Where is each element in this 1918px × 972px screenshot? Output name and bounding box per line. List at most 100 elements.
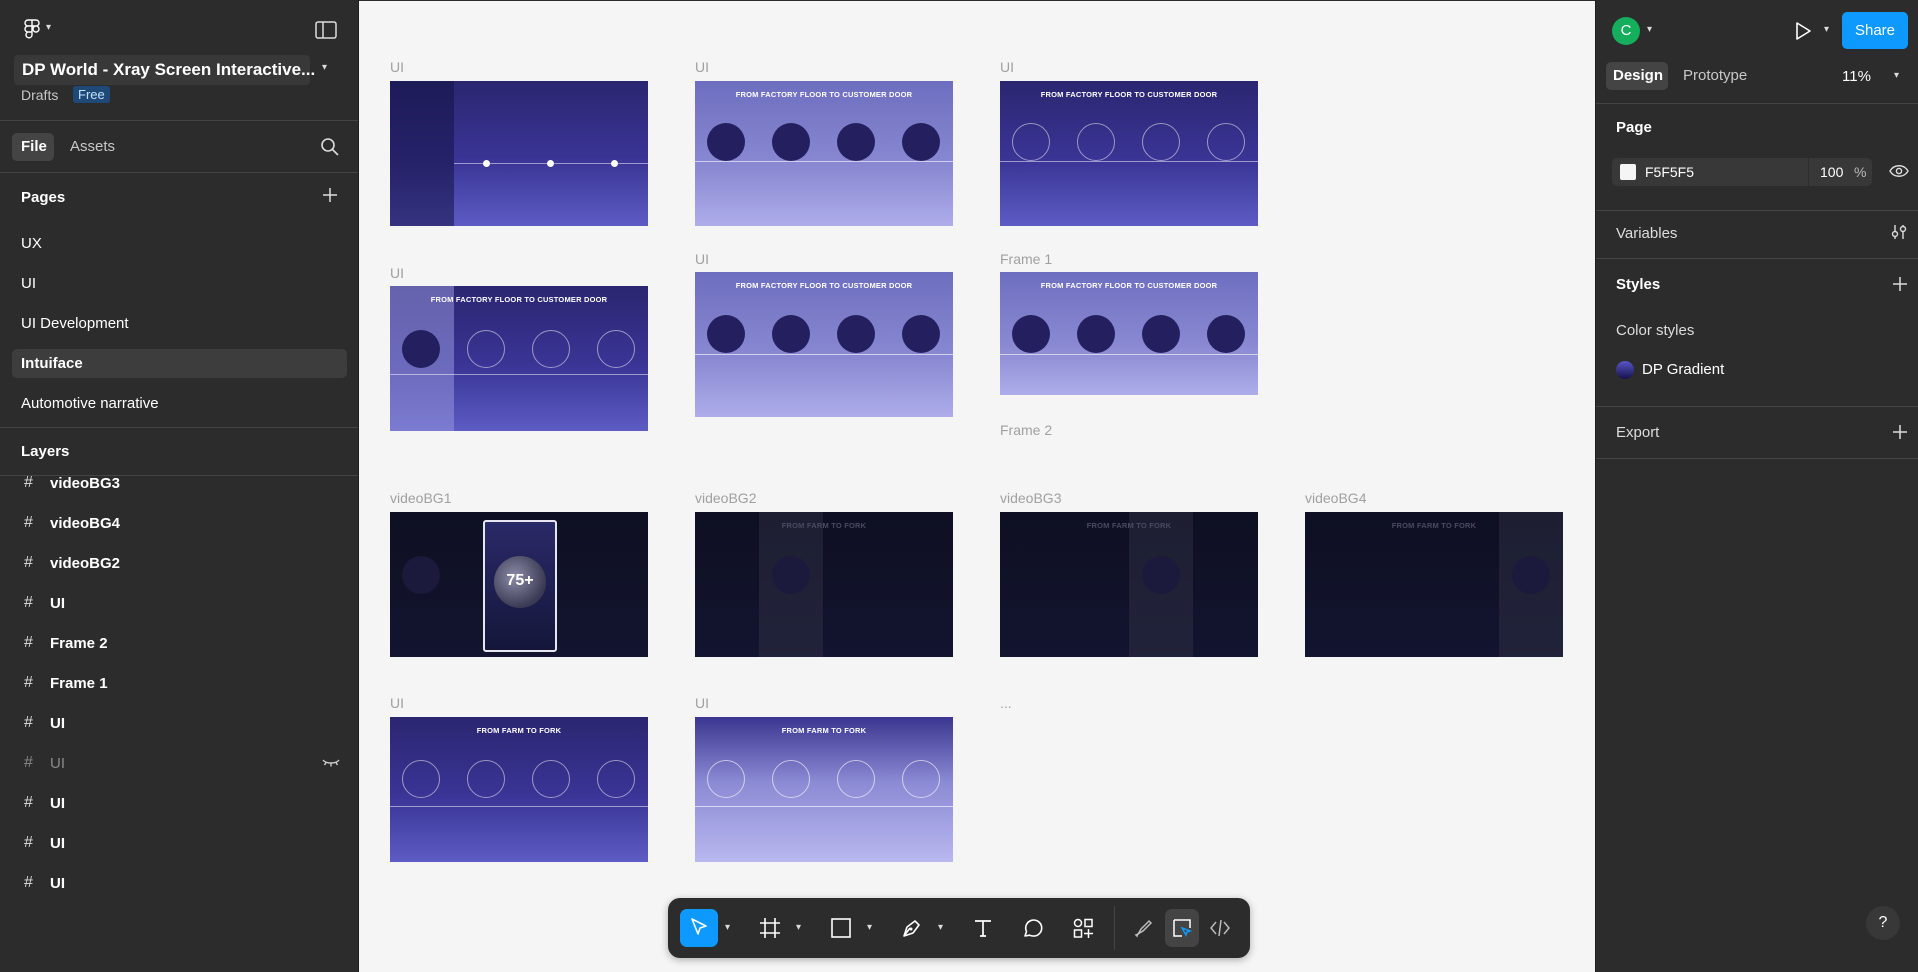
frame-ui-factory-highlight[interactable]: FROM FACTORY FLOOR TO CUSTOMER DOOR (390, 286, 648, 431)
chevron-down-icon[interactable]: ▾ (867, 922, 872, 933)
layer-item[interactable]: # videoBG2 (24, 551, 120, 575)
frame-label[interactable]: videoBG4 (1305, 490, 1366, 506)
frame-ui-timeline[interactable] (390, 81, 648, 226)
frame-label[interactable]: UI (695, 695, 709, 711)
sidebar-toggle-button[interactable] (315, 21, 337, 39)
frame-title: FROM FARM TO FORK (476, 726, 562, 735)
frame-ui-factory-lavender-2[interactable]: FROM FACTORY FLOOR TO CUSTOMER DOOR (695, 272, 953, 417)
design-mode-button[interactable] (1165, 909, 1199, 947)
frame-label[interactable]: videoBG2 (695, 490, 756, 506)
frame-videobg2[interactable]: FROM FARM TO FORK (695, 512, 953, 657)
page-item-ui-development[interactable]: UI Development (12, 311, 347, 337)
page-item-intuiface[interactable]: Intuiface (12, 349, 347, 378)
text-tool-button[interactable] (964, 909, 1002, 947)
layer-item[interactable]: # Frame 2 (24, 631, 108, 655)
pen-tool-button[interactable] (893, 909, 931, 947)
page-opacity: 100 (1820, 164, 1844, 180)
layer-item[interactable]: # videoBG3 (24, 471, 120, 495)
circle-node (902, 123, 940, 161)
tab-design[interactable]: Design (1606, 62, 1668, 90)
timeline-line (1000, 354, 1258, 355)
right-sidebar: C ▾ ▾ Share Design Prototype 11% ▾ Page … (1595, 0, 1918, 972)
layer-item[interactable]: # UI (24, 591, 65, 615)
file-title-box[interactable]: DP World - Xray Screen Interactive... (14, 55, 315, 85)
color-swatch[interactable] (1620, 164, 1636, 180)
hash-icon: # (24, 554, 33, 571)
timeline-dot (483, 160, 490, 167)
add-export-button[interactable] (1892, 424, 1910, 442)
layer-item[interactable]: # UI (24, 831, 65, 855)
frame-videobg3[interactable]: FROM FARM TO FORK (1000, 512, 1258, 657)
variables-button[interactable] (1890, 223, 1910, 243)
actions-button[interactable] (1064, 909, 1102, 947)
comment-tool-button[interactable] (1014, 909, 1052, 947)
layer-item[interactable]: # UI (24, 711, 65, 735)
color-style-item[interactable]: DP Gradient (1608, 356, 1908, 384)
frame-label[interactable]: videoBG3 (1000, 490, 1061, 506)
page-item-ux[interactable]: UX (12, 231, 347, 257)
tab-prototype[interactable]: Prototype (1676, 62, 1756, 90)
frame-label[interactable]: UI (390, 59, 404, 75)
avatar[interactable]: C (1612, 17, 1640, 45)
chevron-down-icon[interactable]: ▾ (1824, 24, 1829, 35)
plus-icon (323, 188, 337, 202)
frame-label[interactable]: UI (1000, 59, 1014, 75)
frame-label[interactable]: videoBG1 (390, 490, 451, 506)
frame-label[interactable]: UI (695, 251, 709, 267)
layer-item[interactable]: # videoBG4 (24, 511, 120, 535)
page-item-label: UI (21, 275, 36, 292)
drafts-link[interactable]: Drafts (21, 87, 58, 103)
frame-ui-factory-lavender[interactable]: FROM FACTORY FLOOR TO CUSTOMER DOOR (695, 81, 953, 226)
chevron-down-icon[interactable]: ▾ (725, 922, 730, 933)
move-tool-icon (691, 918, 707, 935)
share-button[interactable]: Share (1842, 12, 1908, 49)
page-item-automotive-narrative[interactable]: Automotive narrative (12, 391, 347, 417)
frame-label[interactable]: UI (695, 59, 709, 75)
main-menu-button[interactable]: ▾ (20, 18, 56, 42)
eye-closed-icon[interactable] (322, 758, 340, 768)
chevron-down-icon[interactable]: ▾ (796, 922, 801, 933)
share-label: Share (1854, 22, 1896, 39)
frame-label[interactable]: Frame 1 (1000, 251, 1052, 267)
frame-ui-factory-blue[interactable]: FROM FACTORY FLOOR TO CUSTOMER DOOR (1000, 81, 1258, 226)
chevron-down-icon[interactable]: ▾ (938, 922, 943, 933)
add-page-button[interactable] (322, 187, 340, 205)
frame-label[interactable]: Frame 2 (1000, 422, 1052, 438)
frame-videobg4[interactable]: FROM FARM TO FORK (1305, 512, 1563, 657)
layer-item[interactable]: # UI (24, 791, 65, 815)
file-menu-button[interactable]: ▾ (314, 55, 338, 85)
frame-label[interactable]: UI (390, 695, 404, 711)
toggle-visibility-button[interactable] (1889, 163, 1909, 181)
search-button[interactable] (320, 137, 342, 159)
move-tool-button[interactable] (680, 909, 718, 947)
frame-title: FROM FARM TO FORK (781, 726, 867, 735)
present-button[interactable] (1793, 20, 1815, 42)
layer-item[interactable]: # UI (24, 871, 65, 895)
frame-label[interactable]: UI (390, 265, 404, 281)
tab-file[interactable]: File (12, 133, 54, 161)
help-button[interactable]: ? (1866, 906, 1900, 940)
draw-mode-button[interactable] (1127, 909, 1161, 947)
frame-ui-farm-blue[interactable]: FROM FARM TO FORK (390, 717, 648, 862)
comment-tool-icon (1024, 919, 1043, 937)
chevron-down-icon[interactable]: ▾ (1647, 24, 1652, 35)
frame-ui-farm-lavender[interactable]: FROM FARM TO FORK (695, 717, 953, 862)
frame-videobg1[interactable]: 75+ (390, 512, 648, 657)
hash-icon: # (24, 634, 33, 651)
frame-label[interactable]: ... (1000, 695, 1012, 711)
add-style-button[interactable] (1892, 276, 1910, 294)
layer-label: UI (50, 834, 65, 852)
page-item-ui[interactable]: UI (12, 271, 347, 297)
rectangle-tool-button[interactable] (822, 909, 860, 947)
color-styles-heading: Color styles (1616, 322, 1695, 339)
page-color-hex: F5F5F5 (1645, 164, 1695, 180)
frame-tool-button[interactable] (751, 909, 789, 947)
zoom-menu[interactable]: 11% ▾ (1842, 62, 1912, 90)
plan-badge: Free (73, 86, 110, 103)
layer-item[interactable]: # Frame 1 (24, 671, 108, 695)
layer-item-hidden[interactable]: # UI (24, 751, 344, 775)
tab-assets[interactable]: Assets (62, 133, 122, 161)
dev-mode-button[interactable] (1203, 909, 1237, 947)
page-color-field[interactable]: F5F5F5 100 % (1612, 158, 1872, 186)
frame-1[interactable]: FROM FACTORY FLOOR TO CUSTOMER DOOR (1000, 272, 1258, 395)
